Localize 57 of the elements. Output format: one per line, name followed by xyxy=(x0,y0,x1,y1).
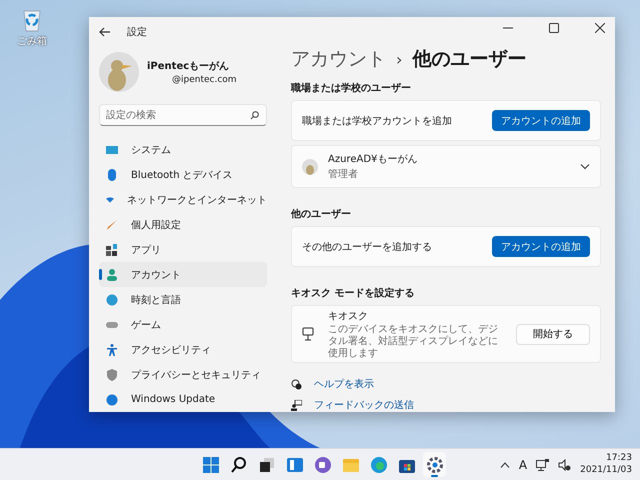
kiosk-title: キオスク xyxy=(328,310,369,323)
apps-icon xyxy=(106,244,118,256)
kiosk-icon xyxy=(302,327,314,342)
input-method-indicator[interactable]: A xyxy=(518,458,528,472)
nav-item[interactable]: Bluetooth とデバイス xyxy=(99,162,267,187)
clock-date[interactable]: 2021/11/03 xyxy=(580,464,632,476)
caret-icon[interactable] xyxy=(500,462,510,468)
nav-item[interactable]: アクセシビリティ xyxy=(99,337,267,362)
add-account-button[interactable]: アカウントの追加 xyxy=(492,236,590,258)
nav-item[interactable]: 個人用設定 xyxy=(99,212,267,237)
section-heading: 他のユーザー xyxy=(291,208,352,222)
accessibility-icon xyxy=(106,344,118,356)
user-role: 管理者 xyxy=(328,168,359,182)
close-icon[interactable] xyxy=(595,22,605,33)
avatar xyxy=(99,52,139,92)
brush-icon xyxy=(106,218,118,230)
display-icon xyxy=(106,144,118,156)
profile-name: iPentecもーがん xyxy=(147,60,230,73)
window-title: 設定 xyxy=(127,26,147,39)
nav-item[interactable]: 時刻と言語 xyxy=(99,287,267,312)
settings-icon[interactable] xyxy=(423,452,446,477)
breadcrumb-separator: › xyxy=(396,50,402,69)
profile-email: @ipentec.com xyxy=(171,75,237,85)
nav-item[interactable]: ゲーム xyxy=(99,312,267,337)
back-arrow-icon[interactable] xyxy=(99,27,111,37)
page-title: 他のユーザー xyxy=(412,47,526,72)
nav-item[interactable]: プライバシーとセキュリティ xyxy=(99,362,267,387)
person-icon xyxy=(106,268,118,280)
feedback-icon xyxy=(291,400,302,410)
chevron-icon[interactable] xyxy=(580,164,590,170)
nav-item[interactable]: アプリ xyxy=(99,237,267,262)
nav-item[interactable]: ネットワークとインターネット xyxy=(99,187,267,212)
nav-item[interactable]: Windows Update xyxy=(99,387,267,412)
section-heading: 職場または学校のユーザー xyxy=(291,82,412,96)
recycle-bin-icon[interactable] xyxy=(21,8,43,32)
card-label: その他のユーザーを追加する xyxy=(302,240,433,254)
help-link[interactable]: フィードバックの送信 xyxy=(314,398,414,412)
network-icon[interactable] xyxy=(536,458,550,470)
search-field[interactable]: 設定の検索 xyxy=(99,104,267,126)
nav-item[interactable]: アカウント xyxy=(99,262,267,287)
shield-icon xyxy=(106,368,118,380)
section-heading: キオスク モードを設定する xyxy=(291,286,416,300)
search-icon xyxy=(250,111,259,120)
maximize-icon[interactable] xyxy=(549,22,559,33)
breadcrumb-parent[interactable]: アカウント xyxy=(291,46,386,72)
clock-time[interactable]: 17:23 xyxy=(606,452,632,464)
user-name: AzureAD¥もーがん xyxy=(328,153,418,166)
user-avatar xyxy=(302,158,318,175)
card-label: 職場または学校アカウントを追加 xyxy=(302,114,453,128)
nav-item[interactable]: システム xyxy=(99,137,267,162)
user-card[interactable]: AzureAD¥もーがん 管理者 xyxy=(291,145,601,188)
kiosk-description: このデバイスをキオスクにして、デジタル署名、対話型ディスプレイなどに使用します xyxy=(328,324,499,360)
speaker-icon[interactable] xyxy=(558,458,572,470)
start-button[interactable]: 開始する xyxy=(516,324,590,345)
add-account-button[interactable]: アカウントの追加 xyxy=(492,110,590,132)
help-link[interactable]: ヘルプを表示 xyxy=(314,377,374,391)
help-icon xyxy=(291,378,302,390)
